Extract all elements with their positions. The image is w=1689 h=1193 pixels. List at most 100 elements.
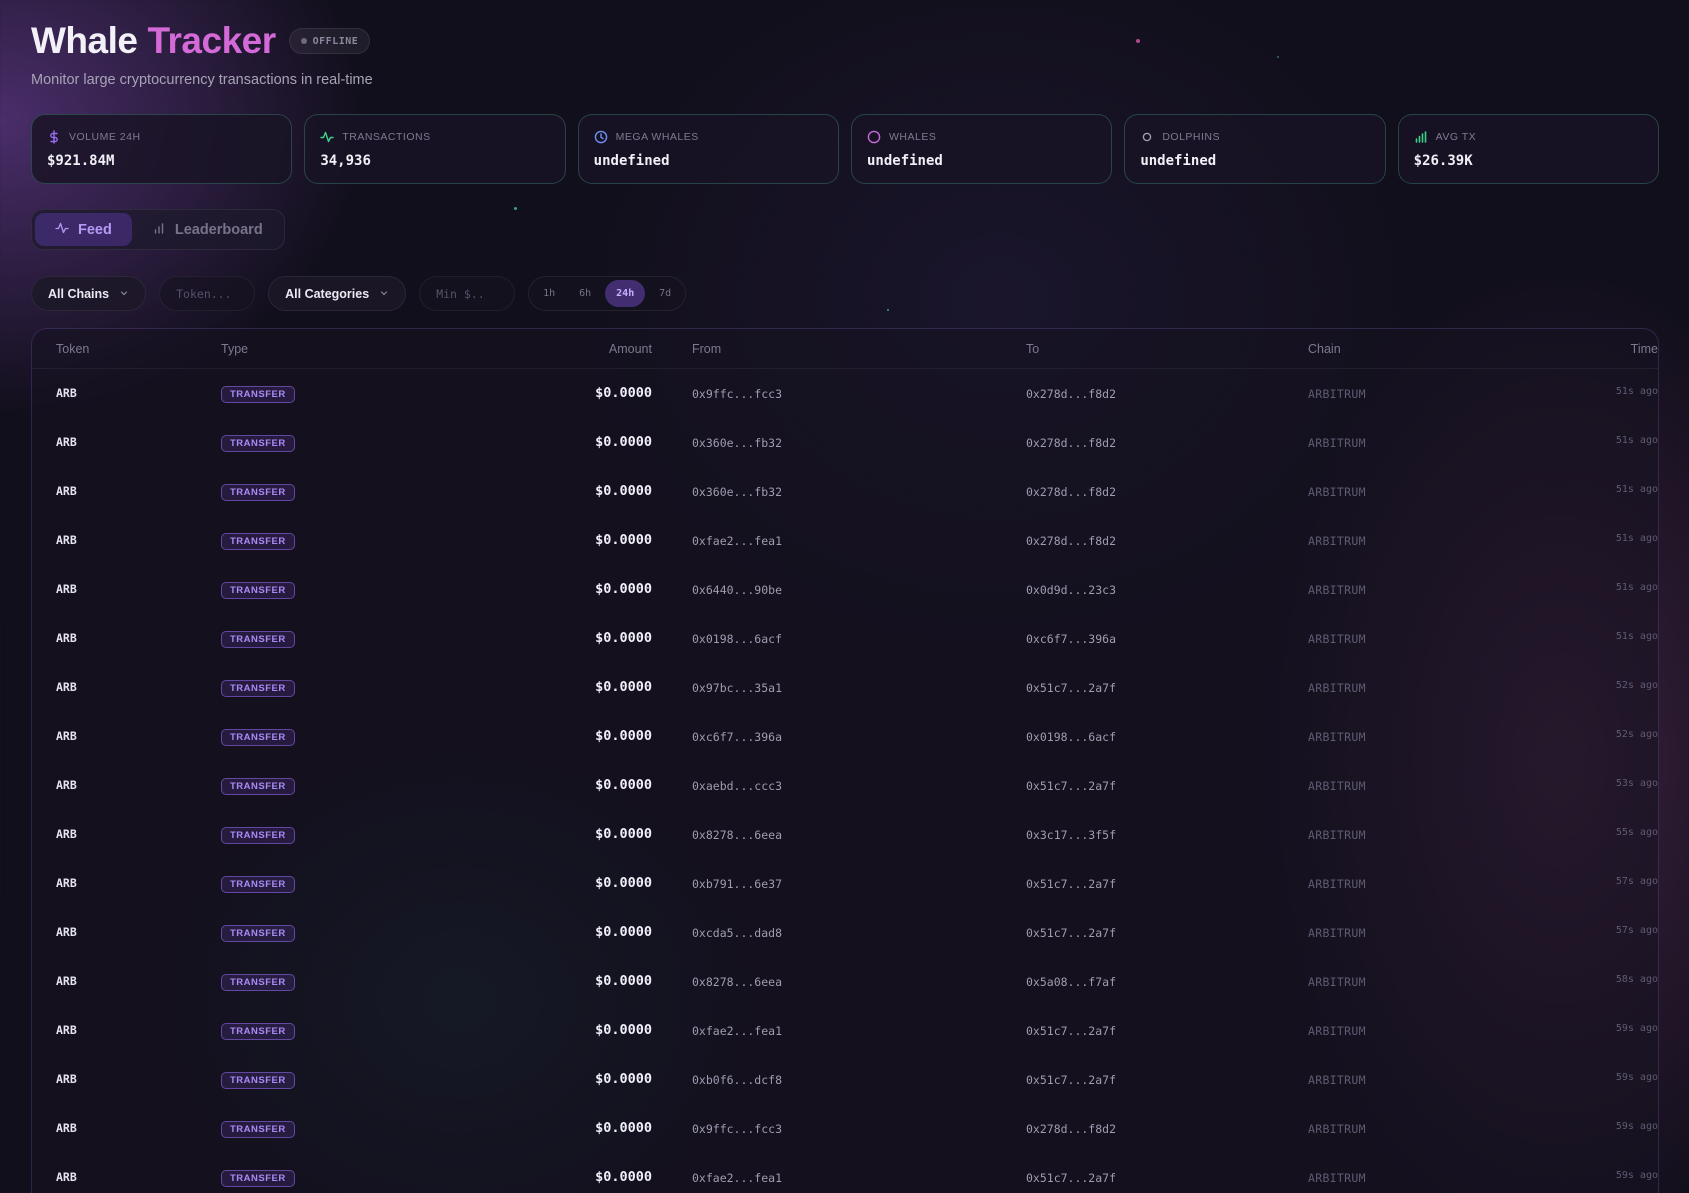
chain-select[interactable]: All Chains	[31, 276, 147, 311]
activity-icon	[320, 130, 335, 144]
time-range-6h[interactable]: 6h	[569, 280, 601, 307]
table-row[interactable]: ARB TRANSFER $0.0000 0x9ffc...fcc3 0x278d...…	[32, 369, 1658, 418]
category-select[interactable]: All Categories	[268, 276, 407, 311]
view-tabs: Feed Leaderboard	[31, 209, 285, 250]
column-header-from[interactable]: From	[652, 342, 1026, 356]
from-address-cell[interactable]: 0xc6f7...396a	[652, 730, 1026, 744]
table-row[interactable]: ARB TRANSFER $0.0000 0x8278...6eea 0x3c17...…	[32, 810, 1658, 859]
to-address-cell[interactable]: 0x0198...6acf	[1026, 730, 1308, 744]
table-row[interactable]: ARB TRANSFER $0.0000 0xfae2...fea1 0x51c7...…	[32, 1153, 1658, 1193]
table-header: Token Type Amount From To Chain Time	[32, 329, 1658, 369]
type-cell: TRANSFER	[221, 874, 461, 893]
to-address-cell[interactable]: 0x51c7...2a7f	[1026, 926, 1308, 940]
page-title: Whale Tracker OFFLINE	[31, 20, 373, 62]
table-row[interactable]: ARB TRANSFER $0.0000 0x9ffc...fcc3 0x278d...…	[32, 1104, 1658, 1153]
table-row[interactable]: ARB TRANSFER $0.0000 0xfae2...fea1 0x278d...…	[32, 516, 1658, 565]
chain-cell: ARBITRUM	[1308, 435, 1366, 450]
from-address-cell[interactable]: 0x0198...6acf	[652, 632, 1026, 646]
to-address-cell[interactable]: 0x51c7...2a7f	[1026, 681, 1308, 695]
transaction-type-badge: TRANSFER	[221, 827, 295, 844]
from-address-cell[interactable]: 0x8278...6eea	[652, 975, 1026, 989]
column-header-to[interactable]: To	[1026, 342, 1308, 356]
from-address-cell[interactable]: 0x360e...fb32	[652, 436, 1026, 450]
time-range-7d[interactable]: 7d	[649, 280, 681, 307]
amount-cell: $0.0000	[595, 825, 652, 842]
tab-leaderboard[interactable]: Leaderboard	[132, 213, 283, 246]
column-header-token[interactable]: Token	[32, 342, 221, 356]
from-address-cell[interactable]: 0x97bc...35a1	[652, 681, 1026, 695]
time-range-1h[interactable]: 1h	[533, 280, 565, 307]
table-row[interactable]: ARB TRANSFER $0.0000 0x97bc...35a1 0x51c7...…	[32, 663, 1658, 712]
from-address-cell[interactable]: 0x360e...fb32	[652, 485, 1026, 499]
token-search-input[interactable]	[159, 276, 256, 311]
to-address-cell[interactable]: 0xc6f7...396a	[1026, 632, 1308, 646]
from-address-cell[interactable]: 0xb791...6e37	[652, 877, 1026, 891]
time-cell: 53s ago	[1615, 778, 1658, 789]
from-address-cell[interactable]: 0xfae2...fea1	[652, 1171, 1026, 1185]
table-row[interactable]: ARB TRANSFER $0.0000 0x6440...90be 0x0d9d...…	[32, 565, 1658, 614]
time-cell: 51s ago	[1615, 386, 1658, 397]
to-address-cell[interactable]: 0x278d...f8d2	[1026, 485, 1308, 499]
token-cell: ARB	[56, 1169, 77, 1184]
transaction-type-badge: TRANSFER	[221, 582, 295, 599]
table-row[interactable]: ARB TRANSFER $0.0000 0xcda5...dad8 0x51c7...…	[32, 908, 1658, 957]
from-address-cell[interactable]: 0x6440...90be	[652, 583, 1026, 597]
type-cell: TRANSFER	[221, 1168, 461, 1187]
type-cell: TRANSFER	[221, 727, 461, 746]
to-address-cell[interactable]: 0x278d...f8d2	[1026, 1122, 1308, 1136]
column-header-amount[interactable]: Amount	[461, 342, 652, 356]
tab-feed[interactable]: Feed	[35, 213, 132, 246]
table-row[interactable]: ARB TRANSFER $0.0000 0x8278...6eea 0x5a08...…	[32, 957, 1658, 1006]
stat-label: VOLUME 24H	[69, 131, 141, 143]
bar-chart-icon	[1414, 130, 1428, 144]
to-address-cell[interactable]: 0x5a08...f7af	[1026, 975, 1308, 989]
chain-cell: ARBITRUM	[1308, 386, 1366, 401]
stat-label: DOLPHINS	[1162, 131, 1220, 143]
table-row[interactable]: ARB TRANSFER $0.0000 0xc6f7...396a 0x0198...…	[32, 712, 1658, 761]
table-row[interactable]: ARB TRANSFER $0.0000 0xaebd...ccc3 0x51c7...…	[32, 761, 1658, 810]
to-address-cell[interactable]: 0x51c7...2a7f	[1026, 1171, 1308, 1185]
table-row[interactable]: ARB TRANSFER $0.0000 0xfae2...fea1 0x51c7...…	[32, 1006, 1658, 1055]
table-row[interactable]: ARB TRANSFER $0.0000 0x360e...fb32 0x278d...…	[32, 467, 1658, 516]
from-address-cell[interactable]: 0x9ffc...fcc3	[652, 1122, 1026, 1136]
to-address-cell[interactable]: 0x278d...f8d2	[1026, 534, 1308, 548]
table-row[interactable]: ARB TRANSFER $0.0000 0x360e...fb32 0x278d...…	[32, 418, 1658, 467]
amount-cell: $0.0000	[595, 384, 652, 401]
time-cell: 51s ago	[1615, 435, 1658, 446]
min-amount-input[interactable]	[419, 276, 516, 311]
decorative-particle	[1277, 56, 1279, 58]
connection-status-text: OFFLINE	[312, 35, 359, 47]
time-range-24h[interactable]: 24h	[605, 280, 646, 307]
to-address-cell[interactable]: 0x278d...f8d2	[1026, 387, 1308, 401]
to-address-cell[interactable]: 0x278d...f8d2	[1026, 436, 1308, 450]
chain-cell: ARBITRUM	[1308, 729, 1366, 744]
from-address-cell[interactable]: 0xfae2...fea1	[652, 1024, 1026, 1038]
from-address-cell[interactable]: 0xfae2...fea1	[652, 534, 1026, 548]
column-header-chain[interactable]: Chain	[1308, 342, 1534, 356]
transaction-type-badge: TRANSFER	[221, 876, 295, 893]
chain-cell: ARBITRUM	[1308, 1170, 1366, 1185]
time-cell: 52s ago	[1615, 680, 1658, 691]
transaction-type-badge: TRANSFER	[221, 631, 295, 648]
column-header-time[interactable]: Time	[1534, 342, 1658, 356]
from-address-cell[interactable]: 0x8278...6eea	[652, 828, 1026, 842]
table-row[interactable]: ARB TRANSFER $0.0000 0x0198...6acf 0xc6f7...…	[32, 614, 1658, 663]
to-address-cell[interactable]: 0x51c7...2a7f	[1026, 779, 1308, 793]
table-row[interactable]: ARB TRANSFER $0.0000 0xb791...6e37 0x51c7...…	[32, 859, 1658, 908]
to-address-cell[interactable]: 0x51c7...2a7f	[1026, 1073, 1308, 1087]
decorative-particle	[1136, 39, 1140, 43]
column-header-type[interactable]: Type	[221, 342, 461, 356]
to-address-cell[interactable]: 0x3c17...3f5f	[1026, 828, 1308, 842]
to-address-cell[interactable]: 0x51c7...2a7f	[1026, 877, 1308, 891]
from-address-cell[interactable]: 0x9ffc...fcc3	[652, 387, 1026, 401]
table-row[interactable]: ARB TRANSFER $0.0000 0xb0f6...dcf8 0x51c7...…	[32, 1055, 1658, 1104]
from-address-cell[interactable]: 0xb0f6...dcf8	[652, 1073, 1026, 1087]
title-word-tracker: Tracker	[147, 20, 276, 61]
time-cell: 59s ago	[1615, 1072, 1658, 1083]
stat-value: undefined	[866, 153, 943, 169]
from-address-cell[interactable]: 0xaebd...ccc3	[652, 779, 1026, 793]
from-address-cell[interactable]: 0xcda5...dad8	[652, 926, 1026, 940]
token-cell: ARB	[56, 385, 77, 400]
to-address-cell[interactable]: 0x0d9d...23c3	[1026, 583, 1308, 597]
to-address-cell[interactable]: 0x51c7...2a7f	[1026, 1024, 1308, 1038]
